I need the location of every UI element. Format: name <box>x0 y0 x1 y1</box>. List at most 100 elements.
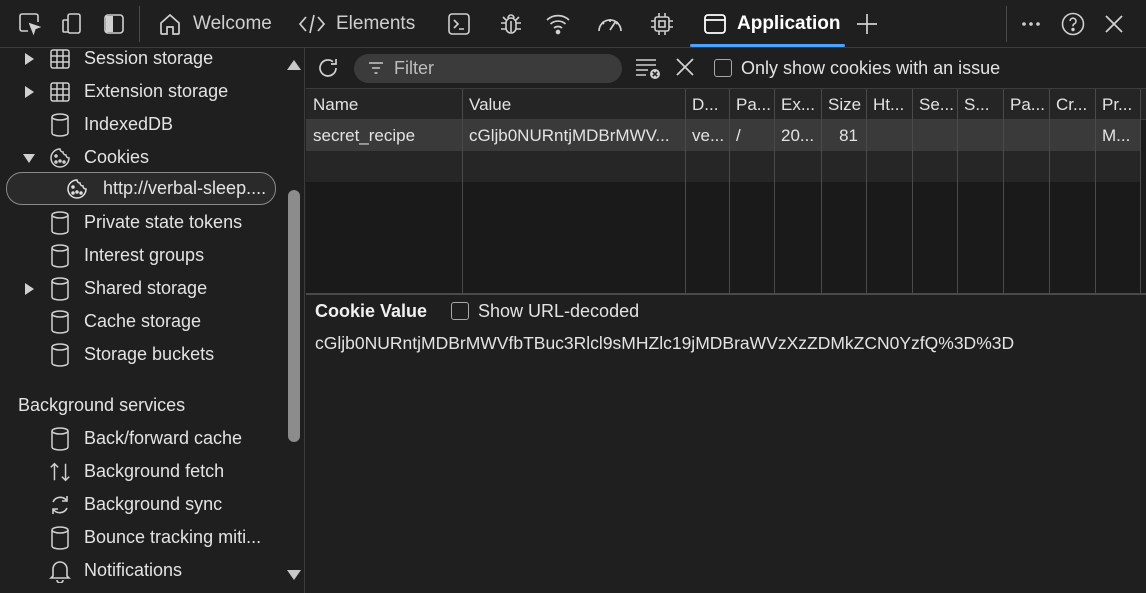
database-icon <box>48 210 72 235</box>
empty-table-row <box>306 151 1140 182</box>
toolbar-divider <box>139 6 140 42</box>
cell-secure <box>912 120 957 151</box>
home-icon <box>157 11 183 37</box>
filter-icon <box>368 61 384 75</box>
bug-icon[interactable] <box>495 8 527 40</box>
sidebar-item-label: Private state tokens <box>84 212 243 232</box>
scroll-down-arrow-icon[interactable] <box>287 570 301 580</box>
table-icon <box>48 80 72 104</box>
column-header-cross-site[interactable]: Cr... <box>1049 89 1095 120</box>
sidebar-item-session-storage[interactable]: Session storage <box>0 42 282 75</box>
sidebar-item-label: Extension storage <box>84 81 229 101</box>
column-divider[interactable] <box>821 89 822 293</box>
column-divider[interactable] <box>1095 89 1096 293</box>
filter-field[interactable] <box>354 54 622 83</box>
inspect-element-icon[interactable] <box>14 8 46 40</box>
column-divider[interactable] <box>957 89 958 293</box>
pane-resizer[interactable] <box>306 293 1146 295</box>
column-divider[interactable] <box>912 89 913 293</box>
column-header-partition-key[interactable]: Pa... <box>1003 89 1049 120</box>
sidebar-item-label: Session storage <box>84 48 214 68</box>
collapse-arrow-icon[interactable] <box>22 151 36 165</box>
sidebar-item-back-forward-cache[interactable]: Back/forward cache <box>0 422 282 455</box>
scroll-up-arrow-icon[interactable] <box>287 60 301 70</box>
help-icon[interactable] <box>1057 8 1089 40</box>
tab-application[interactable]: Application <box>703 0 840 48</box>
column-divider[interactable] <box>774 89 775 293</box>
sidebar-item-notifications[interactable]: Notifications <box>0 554 282 587</box>
sidebar-item-indexeddb[interactable]: IndexedDB <box>0 108 282 141</box>
column-header-secure[interactable]: Se... <box>912 89 957 120</box>
table-row[interactable]: secret_recipe cGljb0NURntjMDBrMWV... ve.… <box>306 120 1140 151</box>
column-divider[interactable] <box>1003 89 1004 293</box>
column-header-path[interactable]: Pa... <box>729 89 774 120</box>
column-header-httponly[interactable]: Ht... <box>866 89 912 120</box>
cookie-value-text[interactable]: cGljb0NURntjMDBrMWVfbTBuc3Rlcl9sMHZlc19j… <box>315 333 1014 354</box>
expand-arrow-icon[interactable] <box>22 282 36 296</box>
column-divider[interactable] <box>685 89 686 293</box>
database-icon <box>48 243 72 268</box>
column-header-samesite[interactable]: S... <box>957 89 1003 120</box>
column-divider[interactable] <box>729 89 730 293</box>
sidebar-item-extension-storage[interactable]: Extension storage <box>0 75 282 108</box>
sidebar-scrollbar[interactable] <box>283 48 305 593</box>
sidebar-item-label: Notifications <box>84 560 183 580</box>
sidebar-item-storage-buckets[interactable]: Storage buckets <box>0 338 282 371</box>
cell-value: cGljb0NURntjMDBrMWV... <box>469 126 670 145</box>
expand-arrow-icon[interactable] <box>22 85 36 99</box>
tab-welcome[interactable]: Welcome <box>157 0 272 48</box>
column-header-domain[interactable]: D... <box>685 89 729 120</box>
close-devtools-icon[interactable] <box>1098 8 1130 40</box>
device-emulation-icon[interactable] <box>56 8 88 40</box>
sidebar-item-background-sync[interactable]: Background sync <box>0 488 282 521</box>
clear-all-cookies-icon[interactable] <box>634 56 662 80</box>
filter-input[interactable] <box>394 57 614 80</box>
column-divider[interactable] <box>462 89 463 293</box>
column-header-value[interactable]: Value <box>462 89 685 120</box>
tab-elements[interactable]: Elements <box>298 0 415 48</box>
devtools-toolbar: Welcome Elements Application <box>0 0 1146 48</box>
sidebar-item-private-state-tokens[interactable]: Private state tokens <box>0 206 282 239</box>
section-heading-background-services: Background services <box>18 395 186 415</box>
cell-expires: 20... <box>781 126 815 145</box>
database-icon <box>48 342 72 367</box>
memory-chip-icon[interactable] <box>646 8 678 40</box>
more-options-icon[interactable] <box>1015 8 1047 40</box>
sidebar-item-bounce-tracking[interactable]: Bounce tracking miti... <box>0 521 282 554</box>
table-icon <box>48 47 72 71</box>
expand-arrow-icon[interactable] <box>22 52 36 66</box>
cookies-table: Name Value D... Pa... Ex... Size Ht... S… <box>306 89 1146 293</box>
cell-priority: M... <box>1102 126 1131 145</box>
performance-gauge-icon[interactable] <box>594 8 626 40</box>
scrollbar-thumb[interactable] <box>288 190 300 442</box>
dock-side-icon[interactable] <box>98 8 130 40</box>
cell-partition-key <box>1003 120 1049 151</box>
cookie-icon <box>65 177 89 201</box>
database-icon <box>48 525 72 550</box>
console-icon[interactable] <box>443 8 475 40</box>
sidebar-item-background-fetch[interactable]: Background fetch <box>0 455 282 488</box>
sidebar-item-interest-groups[interactable]: Interest groups <box>0 239 282 272</box>
column-divider[interactable] <box>1049 89 1050 293</box>
delete-selected-icon[interactable] <box>674 56 696 78</box>
sidebar-item-cookies[interactable]: Cookies <box>0 141 282 174</box>
column-divider[interactable] <box>866 89 867 293</box>
refresh-icon[interactable] <box>314 54 342 82</box>
sidebar-item-shared-storage[interactable]: Shared storage <box>0 272 282 305</box>
tab-label: Application <box>737 13 841 34</box>
sidebar-item-label: Cookies <box>84 147 150 167</box>
sidebar-item-label: Shared storage <box>84 278 208 298</box>
cookie-icon <box>48 146 72 170</box>
sidebar-item-cookie-origin[interactable]: http://verbal-sleep.... <box>6 172 276 205</box>
column-header-expires[interactable]: Ex... <box>774 89 821 120</box>
add-tab-plus-icon[interactable] <box>851 8 883 40</box>
column-header-name[interactable]: Name <box>306 89 462 120</box>
network-wifi-icon[interactable] <box>542 8 574 40</box>
show-url-decoded-checkbox[interactable] <box>451 302 469 320</box>
column-header-priority[interactable]: Pr... <box>1095 89 1140 120</box>
column-header-size[interactable]: Size <box>821 89 866 120</box>
sidebar-item-cache-storage[interactable]: Cache storage <box>0 305 282 338</box>
only-issues-checkbox[interactable] <box>714 59 732 77</box>
cell-cross-site <box>1049 120 1095 151</box>
toolbar-divider <box>1006 6 1007 42</box>
